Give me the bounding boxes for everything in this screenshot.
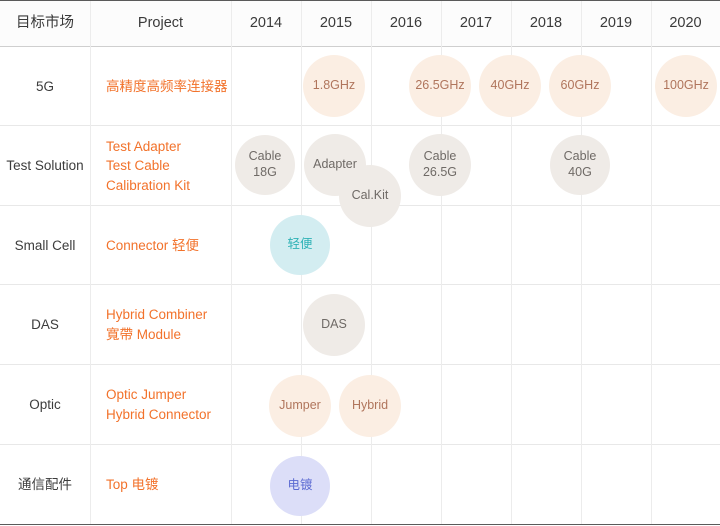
project-cell: Hybrid Combiner 寬帶 Module xyxy=(90,285,231,365)
project-cell: 高精度高频率连接器 xyxy=(90,47,231,126)
project-label: Hybrid Combiner xyxy=(106,307,208,323)
column-header-y2015[interactable]: 2015 xyxy=(301,1,371,46)
table-text: 目标市场 Project 2014 2015 2016 2017 2018 2019 2020 … xyxy=(0,0,720,526)
column-header-y2017[interactable]: 2017 xyxy=(441,1,511,46)
project-label: Hybrid Connector xyxy=(106,407,212,422)
market-cell: DAS xyxy=(31,317,59,333)
project-cell: Connector 轻便 xyxy=(90,206,231,285)
project-label: Calibration Kit xyxy=(106,177,191,193)
project-cell: Optic Jumper Hybrid Connector xyxy=(90,365,231,445)
market-cell: Optic xyxy=(29,397,61,413)
market-cell: 通信配件 xyxy=(18,477,72,493)
column-header-y2020[interactable]: 2020 xyxy=(651,1,720,46)
project-label: 寬帶 Module xyxy=(106,327,182,342)
project-label: Optic Jumper xyxy=(106,387,187,403)
column-header-y2018[interactable]: 2018 xyxy=(511,1,581,46)
project-label: Connector 轻便 xyxy=(106,237,200,253)
column-header-y2016[interactable]: 2016 xyxy=(371,1,441,46)
column-header-market[interactable]: 目标市场 xyxy=(0,1,90,46)
project-label: Test Adapter xyxy=(106,138,182,154)
project-cell: Top 电镀 xyxy=(90,445,231,525)
project-label: Top 电镀 xyxy=(106,477,159,493)
column-header-y2014[interactable]: 2014 xyxy=(231,1,301,46)
project-label: 高精度高频率连接器 xyxy=(106,78,228,94)
roadmap-table: 1.8GHz 26.5GHz 40GHz 60GHz 100GHz Cable 18G Ad… xyxy=(0,0,720,526)
market-cell: Small Cell xyxy=(14,237,76,253)
column-header-project[interactable]: Project xyxy=(90,1,231,46)
column-header-y2019[interactable]: 2019 xyxy=(581,1,651,46)
market-cell: 5G xyxy=(35,78,54,94)
project-label: Test Cable xyxy=(106,158,170,174)
project-cell: Test Adapter Test Cable Calibration Kit xyxy=(90,126,231,206)
market-cell: Test Solution xyxy=(6,158,84,174)
